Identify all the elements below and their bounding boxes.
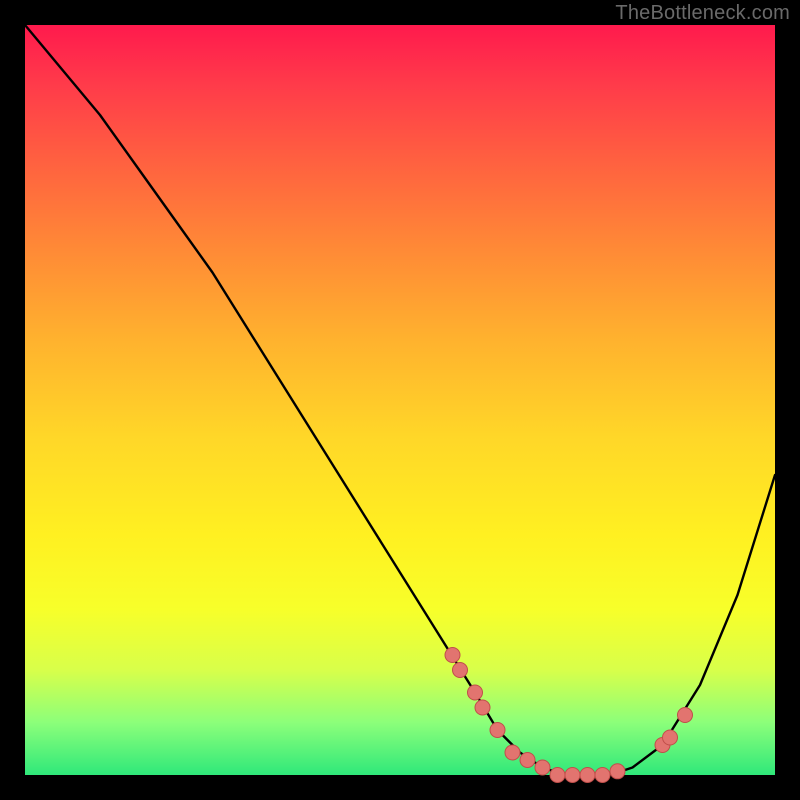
highlight-point — [550, 768, 565, 783]
highlight-point — [610, 764, 625, 779]
attribution-label: TheBottleneck.com — [615, 2, 790, 25]
highlight-point — [520, 753, 535, 768]
highlight-point — [663, 730, 678, 745]
highlight-point — [565, 768, 580, 783]
highlight-point — [535, 760, 550, 775]
highlight-point — [580, 768, 595, 783]
highlight-point — [490, 723, 505, 738]
highlight-point — [468, 685, 483, 700]
highlight-point — [445, 648, 460, 663]
highlight-point — [453, 663, 468, 678]
chart-area — [25, 25, 775, 775]
highlight-point — [505, 745, 520, 760]
bottleneck-curve — [25, 25, 775, 775]
highlight-point — [678, 708, 693, 723]
highlight-points — [445, 648, 693, 783]
bottleneck-chart — [25, 25, 775, 775]
highlight-point — [595, 768, 610, 783]
highlight-point — [475, 700, 490, 715]
